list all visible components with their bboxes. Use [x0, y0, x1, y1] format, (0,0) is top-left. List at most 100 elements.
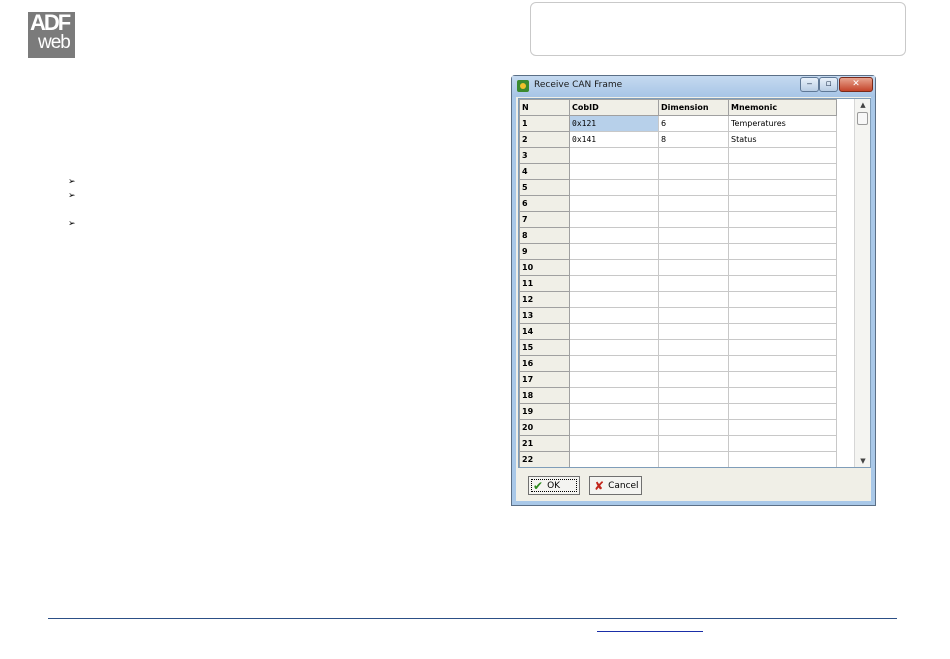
cobid-cell[interactable] — [569, 259, 659, 276]
row-number-cell[interactable]: 21 — [519, 435, 570, 452]
mnemonic-cell[interactable] — [728, 163, 837, 180]
cobid-cell[interactable] — [569, 291, 659, 308]
mnemonic-cell[interactable] — [728, 307, 837, 324]
mnemonic-cell[interactable] — [728, 243, 837, 260]
maximize-button[interactable]: ▫ — [819, 77, 838, 92]
mnemonic-cell[interactable] — [728, 275, 837, 292]
table-row[interactable]: 5 — [519, 179, 837, 196]
row-number-cell[interactable]: 3 — [519, 147, 570, 164]
cobid-cell[interactable] — [569, 243, 659, 260]
table-row[interactable]: 15 — [519, 339, 837, 356]
cobid-cell[interactable] — [569, 355, 659, 372]
row-number-cell[interactable]: 22 — [519, 451, 570, 467]
table-row[interactable]: 13 — [519, 307, 837, 324]
dimension-cell[interactable] — [658, 355, 729, 372]
dimension-cell[interactable]: 8 — [658, 131, 729, 148]
table-row[interactable]: 1 0x121 6 Temperatures — [519, 115, 837, 132]
table-row[interactable]: 3 — [519, 147, 837, 164]
row-number-cell[interactable]: 2 — [519, 131, 570, 148]
row-number-cell[interactable]: 4 — [519, 163, 570, 180]
cobid-cell[interactable]: 0x121 — [569, 115, 659, 132]
row-number-cell[interactable]: 12 — [519, 291, 570, 308]
dimension-cell[interactable] — [658, 323, 729, 340]
row-number-cell[interactable]: 11 — [519, 275, 570, 292]
table-row[interactable]: 17 — [519, 371, 837, 388]
cobid-cell[interactable] — [569, 339, 659, 356]
mnemonic-cell[interactable] — [728, 291, 837, 308]
dimension-cell[interactable] — [658, 227, 729, 244]
row-number-cell[interactable]: 1 — [519, 115, 570, 132]
dimension-cell[interactable] — [658, 163, 729, 180]
dialog-titlebar[interactable]: Receive CAN Frame ‒ ▫ ✕ — [512, 76, 875, 97]
table-row[interactable]: 10 — [519, 259, 837, 276]
scrollbar-thumb[interactable] — [857, 112, 868, 125]
cobid-cell[interactable] — [569, 275, 659, 292]
mnemonic-cell[interactable] — [728, 211, 837, 228]
ok-button[interactable]: ✔ OK — [528, 476, 580, 495]
mnemonic-cell[interactable] — [728, 259, 837, 276]
row-number-cell[interactable]: 9 — [519, 243, 570, 260]
row-number-cell[interactable]: 8 — [519, 227, 570, 244]
table-row[interactable]: 9 — [519, 243, 837, 260]
cobid-cell[interactable] — [569, 387, 659, 404]
mnemonic-cell[interactable] — [728, 323, 837, 340]
row-number-cell[interactable]: 19 — [519, 403, 570, 420]
cobid-cell[interactable] — [569, 147, 659, 164]
mnemonic-cell[interactable] — [728, 419, 837, 436]
table-row[interactable]: 11 — [519, 275, 837, 292]
row-number-cell[interactable]: 5 — [519, 179, 570, 196]
mnemonic-cell[interactable]: Status — [728, 131, 837, 148]
column-header-mnemonic[interactable]: Mnemonic — [728, 99, 837, 116]
close-button[interactable]: ✕ — [839, 77, 873, 92]
mnemonic-cell[interactable] — [728, 147, 837, 164]
column-header-dimension[interactable]: Dimension — [658, 99, 729, 116]
cobid-cell[interactable] — [569, 307, 659, 324]
table-row[interactable]: 12 — [519, 291, 837, 308]
dimension-cell[interactable] — [658, 419, 729, 436]
table-row[interactable]: 7 — [519, 211, 837, 228]
table-row[interactable]: 16 — [519, 355, 837, 372]
column-header-cobid[interactable]: CobID — [569, 99, 659, 116]
table-row[interactable]: 19 — [519, 403, 837, 420]
dimension-cell[interactable] — [658, 307, 729, 324]
cobid-cell[interactable] — [569, 435, 659, 452]
row-number-cell[interactable]: 17 — [519, 371, 570, 388]
dimension-cell[interactable] — [658, 435, 729, 452]
column-header-n[interactable]: N — [519, 99, 570, 116]
dimension-cell[interactable] — [658, 291, 729, 308]
cobid-cell[interactable] — [569, 179, 659, 196]
dimension-cell[interactable] — [658, 243, 729, 260]
table-row[interactable]: 22 — [519, 451, 837, 467]
mnemonic-cell[interactable] — [728, 371, 837, 388]
table-row[interactable]: 6 — [519, 195, 837, 212]
row-number-cell[interactable]: 20 — [519, 419, 570, 436]
mnemonic-cell[interactable] — [728, 403, 837, 420]
minimize-button[interactable]: ‒ — [800, 77, 819, 92]
dimension-cell[interactable] — [658, 387, 729, 404]
row-number-cell[interactable]: 18 — [519, 387, 570, 404]
cobid-cell[interactable] — [569, 451, 659, 467]
dimension-cell[interactable] — [658, 275, 729, 292]
row-number-cell[interactable]: 6 — [519, 195, 570, 212]
mnemonic-cell[interactable] — [728, 355, 837, 372]
scroll-down-arrow-icon[interactable]: ▼ — [858, 456, 868, 466]
dimension-cell[interactable] — [658, 147, 729, 164]
dimension-cell[interactable] — [658, 371, 729, 388]
table-row[interactable]: 14 — [519, 323, 837, 340]
table-row[interactable]: 20 — [519, 419, 837, 436]
mnemonic-cell[interactable] — [728, 435, 837, 452]
dimension-cell[interactable] — [658, 179, 729, 196]
vertical-scrollbar[interactable]: ▲ ▼ — [854, 99, 870, 467]
cobid-cell[interactable] — [569, 323, 659, 340]
dimension-cell[interactable] — [658, 339, 729, 356]
cancel-button[interactable]: ✘ Cancel — [589, 476, 642, 495]
dimension-cell[interactable] — [658, 195, 729, 212]
mnemonic-cell[interactable]: Temperatures — [728, 115, 837, 132]
row-number-cell[interactable]: 10 — [519, 259, 570, 276]
dimension-cell[interactable] — [658, 211, 729, 228]
table-row[interactable]: 18 — [519, 387, 837, 404]
table-row[interactable]: 2 0x141 8 Status — [519, 131, 837, 148]
cobid-cell[interactable] — [569, 403, 659, 420]
row-number-cell[interactable]: 14 — [519, 323, 570, 340]
table-row[interactable]: 4 — [519, 163, 837, 180]
